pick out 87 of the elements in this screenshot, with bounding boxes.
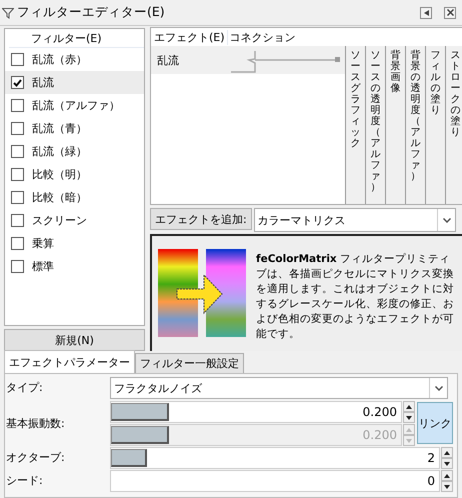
effect-item[interactable]: 乱流: [151, 46, 345, 74]
chevron-down-icon: [434, 386, 442, 390]
column-header: コネクション: [226, 30, 296, 44]
checkbox[interactable]: [11, 122, 24, 135]
up-arrow-icon: [444, 450, 450, 454]
dock-button[interactable]: [420, 6, 432, 18]
filter-name: 乗算: [32, 236, 54, 251]
down-arrow-icon: [444, 462, 450, 466]
down-arrow-icon: [406, 416, 412, 420]
checkbox[interactable]: [11, 168, 24, 181]
spin-up-button[interactable]: [403, 401, 415, 412]
slider-value: 0.200: [362, 405, 397, 419]
checkbox[interactable]: [11, 260, 24, 273]
filter-name: 乱流（赤）: [32, 52, 87, 67]
slider-value: 0.200: [362, 428, 397, 442]
filter-name: 乱流（青）: [32, 121, 87, 136]
filter-item[interactable]: 乱流（赤）: [5, 48, 144, 71]
filter-item[interactable]: 比較（明）: [5, 163, 144, 186]
checkbox[interactable]: [11, 145, 24, 158]
input-name: ストロークの塗り: [450, 50, 460, 140]
spin-up-button[interactable]: [441, 470, 453, 481]
param-label: シード:: [5, 473, 44, 489]
filter-item[interactable]: 乱流（青）: [5, 117, 144, 140]
slider[interactable]: 0.200: [110, 401, 402, 423]
effect-name: 乱流: [157, 52, 179, 68]
column-header: エフェクト(E): [154, 30, 225, 44]
effect-description: feColorMatrix フィルタープリミティブは、各描画ピクセルにマトリクス変換を適用します。これはオブジェクトに対するグレースケール化、彩度の修正、および色相の変更のようなエフェクトが可能です。: [256, 252, 455, 342]
param-label: タイプ:: [5, 380, 44, 396]
param-label: 基本振動数:: [5, 416, 66, 432]
tab[interactable]: フィルター一般設定: [135, 353, 244, 373]
filter-item[interactable]: 乱流（アルファ）: [5, 94, 144, 117]
filter-icon: [2, 6, 14, 18]
filter-item[interactable]: 標準: [5, 255, 144, 278]
slider[interactable]: 2: [110, 447, 440, 469]
left-arrow-icon: [424, 10, 428, 16]
new-button[interactable]: 新規(N): [4, 329, 145, 351]
filter-name: 標準: [32, 259, 54, 274]
close-button[interactable]: [444, 6, 456, 18]
filter-item[interactable]: 乱流: [5, 71, 144, 94]
filter-item[interactable]: 乱流（緑）: [5, 140, 144, 163]
up-arrow-icon: [406, 404, 412, 408]
input-name: ソースグラフィック: [350, 50, 360, 151]
add-effect-button[interactable]: エフェクトを追加:: [150, 208, 252, 230]
checkbox[interactable]: [11, 191, 24, 204]
link-button[interactable]: リンク: [417, 402, 453, 444]
spin-down-button[interactable]: [441, 481, 453, 492]
spin-down-button[interactable]: [441, 458, 453, 469]
input-name: ソースの透明度（アルファ）: [370, 50, 380, 195]
input-column[interactable]: フィルの塗り: [425, 46, 445, 204]
filter-name: 乱流: [32, 75, 54, 90]
input-column[interactable]: 背景の透明度（アルファ）: [405, 46, 425, 204]
check-icon: [13, 78, 22, 86]
filter-name: 乱流（緑）: [32, 144, 87, 159]
filter-name: 比較（明）: [32, 167, 87, 182]
down-arrow-icon: [444, 484, 450, 488]
spin-down-button[interactable]: [403, 412, 415, 423]
filter-item[interactable]: スクリーン: [5, 209, 144, 232]
checkbox[interactable]: [11, 237, 24, 250]
spin-up-button[interactable]: [441, 447, 453, 458]
filter-name: 乱流（アルファ）: [32, 98, 120, 113]
filter-name: 比較（暗）: [32, 190, 87, 205]
input-column[interactable]: ソースの透明度（アルファ）: [365, 46, 385, 204]
input-column[interactable]: ソースグラフィック: [345, 46, 365, 204]
down-arrow-icon: [406, 438, 412, 442]
checkbox[interactable]: [11, 99, 24, 112]
input-column[interactable]: 背景画像: [385, 46, 405, 204]
chevron-down-icon: [442, 218, 450, 222]
column-header: フィルター(E): [9, 29, 144, 48]
tab[interactable]: エフェクトパラメーター: [4, 350, 135, 373]
type-dropdown[interactable]: フラクタルノイズ: [110, 377, 448, 399]
close-icon: [446, 9, 454, 16]
input-name: フィルの塗り: [430, 50, 440, 118]
effect-dropdown[interactable]: カラーマトリクス: [254, 208, 456, 232]
input-column[interactable]: ストロークの塗り: [445, 46, 462, 204]
filter-item[interactable]: 比較（暗）: [5, 186, 144, 209]
input-name: 背景画像: [390, 50, 400, 96]
input-name: 背景の透明度（アルファ）: [410, 50, 420, 184]
up-arrow-icon: [444, 474, 450, 478]
up-arrow-icon: [406, 428, 412, 432]
checkbox[interactable]: [11, 76, 24, 89]
checkbox[interactable]: [11, 53, 24, 66]
filter-name: スクリーン: [32, 213, 87, 228]
checkbox[interactable]: [11, 214, 24, 227]
filter-item[interactable]: 乗算: [5, 232, 144, 255]
param-label: オクターブ:: [5, 450, 66, 466]
window-title: フィルターエディター(E): [17, 4, 166, 21]
slider-value: 2: [427, 451, 435, 465]
